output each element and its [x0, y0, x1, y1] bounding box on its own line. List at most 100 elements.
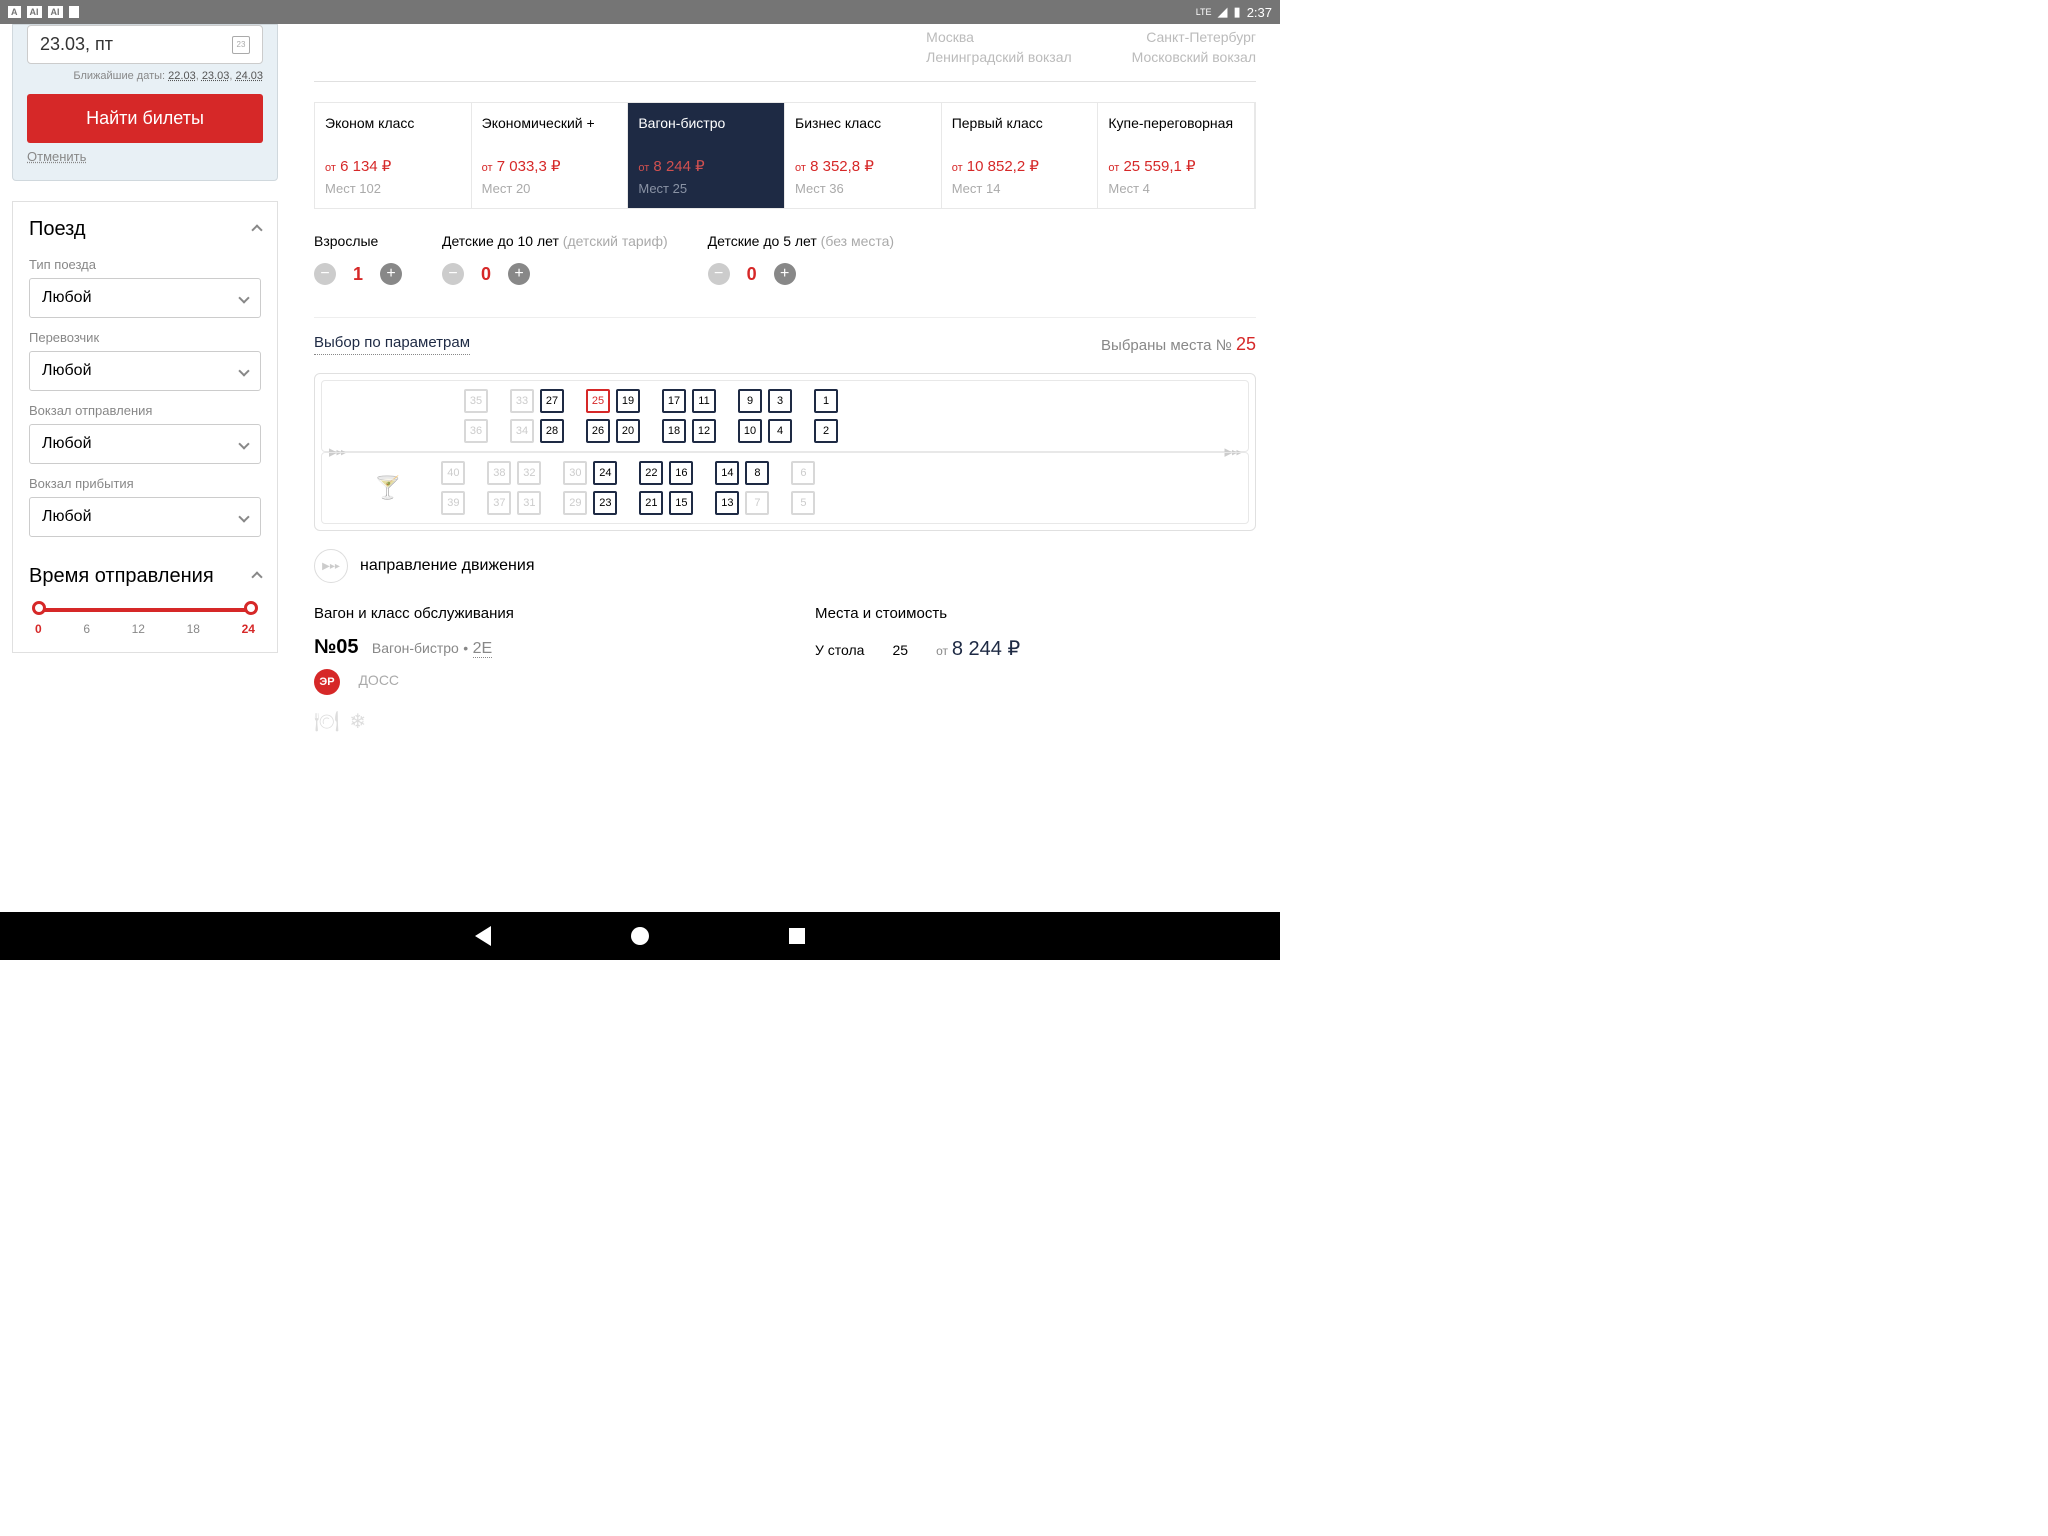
children-minus-button[interactable]: −: [442, 263, 464, 285]
filter-label: Тип поезда: [29, 257, 261, 272]
seat[interactable]: 16: [669, 461, 693, 485]
seat[interactable]: 8: [745, 461, 769, 485]
nav-back-button[interactable]: [475, 926, 491, 946]
class-tab[interactable]: Купе-переговорная от 25 559,1 ₽ Мест 4: [1098, 103, 1255, 208]
seat[interactable]: 24: [593, 461, 617, 485]
seat[interactable]: 15: [669, 491, 693, 515]
class-price: от 8 244 ₽: [638, 157, 774, 175]
slider-handle-min[interactable]: [32, 601, 46, 615]
seat[interactable]: 10: [738, 419, 762, 443]
class-tab[interactable]: Эконом класс от 6 134 ₽ Мест 102: [315, 103, 472, 208]
direction-row: ▶▸▸ направление движения: [314, 549, 1256, 583]
class-tab[interactable]: Бизнес класс от 8 352,8 ₽ Мест 36: [785, 103, 942, 208]
seat-gap: [775, 461, 785, 485]
date-input[interactable]: 23.03, пт 23: [27, 25, 263, 64]
seat[interactable]: 27: [540, 389, 564, 413]
date-link[interactable]: 22.03: [168, 70, 196, 82]
seat[interactable]: 17: [662, 389, 686, 413]
sd-icon: [69, 6, 79, 18]
seat[interactable]: 28: [540, 419, 564, 443]
seat: 35: [464, 389, 488, 413]
seat[interactable]: 12: [692, 419, 716, 443]
class-price: от 7 033,3 ₽: [482, 157, 618, 175]
params-link[interactable]: Выбор по параметрам: [314, 334, 470, 355]
seat: 29: [563, 491, 587, 515]
adults-plus-button[interactable]: +: [380, 263, 402, 285]
seat[interactable]: 19: [616, 389, 640, 413]
cancel-link[interactable]: Отменить: [27, 149, 86, 164]
seat-map: 35332725191711931363428262018121042 ▶▸▸ …: [314, 373, 1256, 531]
time-slider[interactable]: 0 6 12 18 24: [29, 608, 261, 636]
seat[interactable]: 21: [639, 491, 663, 515]
class-seats: Мест 36: [795, 181, 931, 196]
class-name: Вагон-бистро: [638, 115, 774, 147]
seat[interactable]: 20: [616, 419, 640, 443]
seat-gap: [570, 419, 580, 443]
carrier-dropdown[interactable]: Любой: [29, 351, 261, 391]
children-count: 0: [478, 264, 494, 285]
seat[interactable]: 4: [768, 419, 792, 443]
seat-price: 8 244 ₽: [952, 638, 1020, 660]
info-row: Вагон и класс обслуживания №05 Вагон-бис…: [314, 605, 1256, 734]
seat: 40: [441, 461, 465, 485]
seat[interactable]: 18: [662, 419, 686, 443]
infants-label: Детские до 5 лет: [708, 233, 817, 249]
filter-train-header[interactable]: Поезд: [29, 218, 261, 241]
seat: 37: [487, 491, 511, 515]
seat-gap: [570, 389, 580, 413]
chevron-down-icon: [238, 292, 249, 303]
filter-departure-time-header[interactable]: Время отправления: [29, 565, 261, 588]
class-tab[interactable]: Первый класс от 10 852,2 ₽ Мест 14: [942, 103, 1099, 208]
nearby-dates: Ближайшие даты: 22.03, 23.03, 24.03: [27, 70, 263, 82]
search-button[interactable]: Найти билеты: [27, 94, 263, 143]
infants-minus-button[interactable]: −: [708, 263, 730, 285]
slider-handle-max[interactable]: [244, 601, 258, 615]
seat-map-upper: 35332725191711931363428262018121042: [321, 380, 1249, 452]
nav-home-button[interactable]: [631, 927, 649, 945]
seat[interactable]: 3: [768, 389, 792, 413]
class-seats: Мест 14: [952, 181, 1088, 196]
seat[interactable]: 2: [814, 419, 838, 443]
seat: 31: [517, 491, 541, 515]
seat[interactable]: 1: [814, 389, 838, 413]
class-seats: Мест 102: [325, 181, 461, 196]
class-seats: Мест 4: [1108, 181, 1244, 196]
filter-label: Вокзал отправления: [29, 403, 261, 418]
seat: 30: [563, 461, 587, 485]
seat: 36: [464, 419, 488, 443]
seat-gap: [646, 389, 656, 413]
seat[interactable]: 25: [586, 389, 610, 413]
filter-panel: Поезд Тип поезда Любой Перевозчик Любой …: [12, 201, 278, 653]
seat[interactable]: 13: [715, 491, 739, 515]
seat-gap: [798, 389, 808, 413]
class-tab[interactable]: Вагон-бистро от 8 244 ₽ Мест 25: [628, 103, 785, 208]
class-tab[interactable]: Экономический + от 7 033,3 ₽ Мест 20: [472, 103, 629, 208]
clock: 2:37: [1247, 5, 1272, 20]
class-price: от 10 852,2 ₽: [952, 157, 1088, 175]
car-code[interactable]: 2Е: [473, 640, 493, 658]
seat[interactable]: 23: [593, 491, 617, 515]
nav-recent-button[interactable]: [789, 928, 805, 944]
children-plus-button[interactable]: +: [508, 263, 530, 285]
seat-gap: [547, 491, 557, 515]
car-class: Вагон-бистро: [372, 640, 459, 656]
chevron-down-icon: [238, 511, 249, 522]
android-status-bar: A AI AI LTE ◢ ▮ 2:37: [0, 0, 1280, 24]
app-icon: A: [8, 6, 21, 18]
date-link[interactable]: 23.03: [202, 70, 230, 82]
class-tabs: Эконом класс от 6 134 ₽ Мест 102Экономич…: [314, 102, 1256, 209]
arr-station-dropdown[interactable]: Любой: [29, 497, 261, 537]
seat[interactable]: 11: [692, 389, 716, 413]
seat: 33: [510, 389, 534, 413]
seat[interactable]: 26: [586, 419, 610, 443]
train-type-dropdown[interactable]: Любой: [29, 278, 261, 318]
seat[interactable]: 14: [715, 461, 739, 485]
seat[interactable]: 9: [738, 389, 762, 413]
date-link[interactable]: 24.03: [235, 70, 263, 82]
dep-station-dropdown[interactable]: Любой: [29, 424, 261, 464]
infants-plus-button[interactable]: +: [774, 263, 796, 285]
class-name: Первый класс: [952, 115, 1088, 147]
seat: 5: [791, 491, 815, 515]
adults-minus-button[interactable]: −: [314, 263, 336, 285]
seat[interactable]: 22: [639, 461, 663, 485]
